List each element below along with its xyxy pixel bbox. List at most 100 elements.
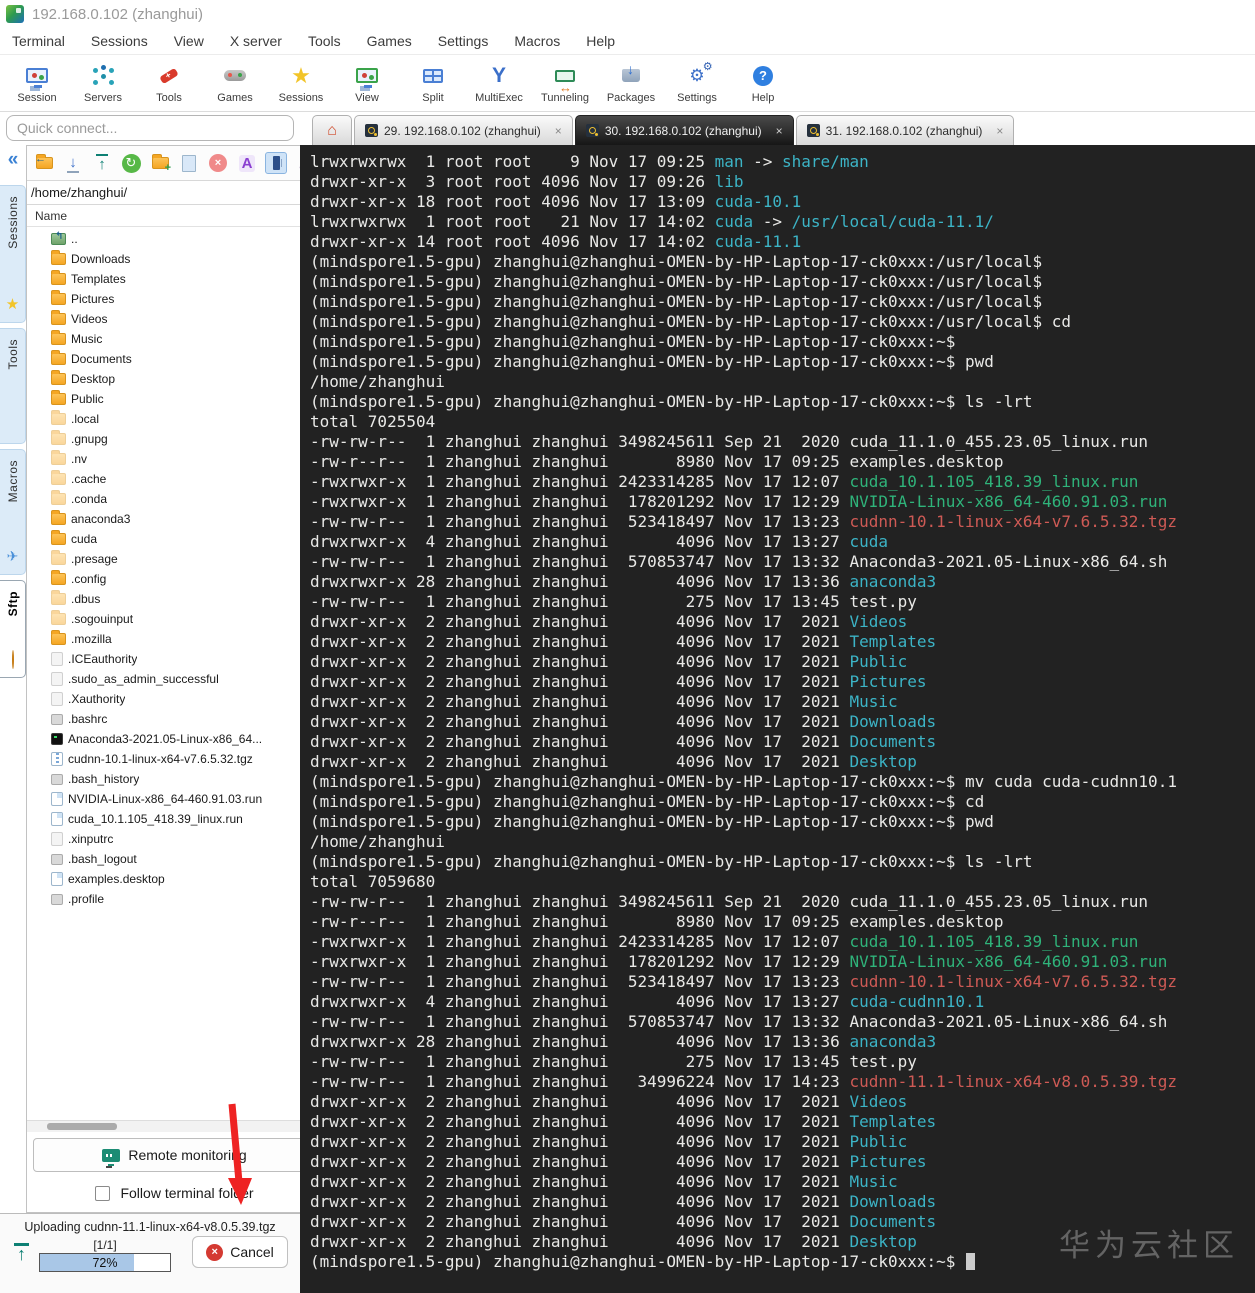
file-row[interactable]: .cache xyxy=(27,469,322,489)
sidebar-tab-sftp[interactable]: Sftp xyxy=(0,580,26,678)
file-row[interactable]: .config xyxy=(27,569,322,589)
menu-sessions[interactable]: Sessions xyxy=(91,33,148,49)
terminal-line: drwxr-xr-x 18 root root 4096 Nov 17 13:0… xyxy=(310,192,802,211)
toolbar-multiexec-button[interactable]: Y MultiExec xyxy=(466,55,532,111)
file-row[interactable]: .ICEauthority1 xyxy=(27,649,322,669)
panel-view-icon[interactable] xyxy=(265,152,287,174)
refresh-icon[interactable]: ↻ xyxy=(120,152,142,174)
menu-games[interactable]: Games xyxy=(367,33,412,49)
app-logo-icon xyxy=(6,5,24,23)
sidebar-tab-sessions[interactable]: Sessions ★ xyxy=(0,185,26,323)
file-row[interactable]: .xinputrc1 xyxy=(27,829,322,849)
file-row[interactable]: Videos xyxy=(27,309,322,329)
terminal-line: drwxr-xr-x 2 zhanghui zhanghui 4096 Nov … xyxy=(310,672,927,691)
file-row[interactable]: examples.desktop8 xyxy=(27,869,322,889)
menu-terminal[interactable]: Terminal xyxy=(12,33,65,49)
file-row[interactable]: Pictures xyxy=(27,289,322,309)
side-tab-strip: « Sessions ★ Tools Macros ✈ Sftp xyxy=(0,145,26,1213)
file-row[interactable]: .. xyxy=(27,229,322,249)
delete-icon[interactable]: × xyxy=(207,152,229,174)
file-row[interactable]: .bashrc4 xyxy=(27,709,322,729)
upload-arrow-icon: ↑ xyxy=(14,1243,29,1263)
menu-macros[interactable]: Macros xyxy=(514,33,560,49)
terminal-line: drwxr-xr-x 2 zhanghui zhanghui 4096 Nov … xyxy=(310,1112,937,1131)
terminal[interactable]: lrwxrwxrwx 1 root root 9 Nov 17 09:25 ma… xyxy=(300,145,1255,1293)
upload-icon[interactable]: ↑ xyxy=(91,152,113,174)
sidebar-tab-macros[interactable]: Macros ✈ xyxy=(0,449,26,575)
menu-x-server[interactable]: X server xyxy=(230,33,282,49)
file-row[interactable]: .gnupg xyxy=(27,429,322,449)
toolbar-tunneling-button[interactable]: Tunneling xyxy=(532,55,598,111)
toolbar-view-button[interactable]: View xyxy=(334,55,400,111)
tab-session-3[interactable]: 31. 192.168.0.102 (zhanghui) × xyxy=(795,115,1015,145)
menu-settings[interactable]: Settings xyxy=(438,33,489,49)
file-row[interactable]: cuda_10.1.105_418.39_linux.run2 xyxy=(27,809,322,829)
tab-session-1[interactable]: 29. 192.168.0.102 (zhanghui) × xyxy=(354,115,573,145)
new-file-icon[interactable] xyxy=(178,152,200,174)
download-icon[interactable]: ↓ xyxy=(62,152,84,174)
file-row[interactable]: Desktop xyxy=(27,369,322,389)
file-name: .. xyxy=(71,232,78,246)
file-row[interactable]: cudnn-10.1-linux-x64-v7.6.5.32.tgz5 xyxy=(27,749,322,769)
follow-terminal-folder-checkbox[interactable] xyxy=(95,1185,111,1201)
file-row[interactable]: .Xauthority1 xyxy=(27,689,322,709)
folder-back-icon[interactable]: ← xyxy=(33,152,55,174)
file-list-header[interactable]: Name S xyxy=(27,205,322,227)
menu-view[interactable]: View xyxy=(174,33,204,49)
toolbar-servers-button[interactable]: Servers xyxy=(70,55,136,111)
remote-monitoring-button[interactable]: Remote monitoring xyxy=(33,1138,316,1172)
new-folder-icon[interactable]: + xyxy=(149,152,171,174)
toolbar-games-button[interactable]: Games xyxy=(202,55,268,111)
file-row[interactable]: Public xyxy=(27,389,322,409)
file-row[interactable]: .conda xyxy=(27,489,322,509)
column-name[interactable]: Name xyxy=(35,209,67,223)
toolbar-sessions-button[interactable]: ★ Sessions xyxy=(268,55,334,111)
file-name: .profile xyxy=(68,892,105,906)
quick-connect-input[interactable] xyxy=(6,115,294,141)
tab-session-2[interactable]: 30. 192.168.0.102 (zhanghui) × xyxy=(574,115,794,145)
sidebar-tab-tools[interactable]: Tools xyxy=(0,328,26,444)
toolbar-session-button[interactable]: Session xyxy=(4,55,70,111)
scrollbar-thumb[interactable] xyxy=(47,1123,117,1130)
menu-tools[interactable]: Tools xyxy=(308,33,341,49)
tab-home[interactable]: ⌂ xyxy=(312,115,352,145)
terminal-line: -rw-rw-r-- 1 zhanghui zhanghui 34996224 … xyxy=(310,1072,1177,1091)
horizontal-scrollbar[interactable] xyxy=(27,1120,322,1132)
file-row[interactable]: .sogouinput xyxy=(27,609,322,629)
toolbar-tools-button[interactable]: Tools xyxy=(136,55,202,111)
file-row[interactable]: .dbus xyxy=(27,589,322,609)
collapse-sidebar-button[interactable]: « xyxy=(8,149,19,185)
terminal-line: /home/zhanghui xyxy=(310,372,445,391)
file-row[interactable]: Templates xyxy=(27,269,322,289)
tab-close-icon[interactable]: × xyxy=(776,124,783,138)
tab-close-icon[interactable]: × xyxy=(555,124,562,138)
file-row[interactable]: .nv xyxy=(27,449,322,469)
toolbar-settings-button[interactable]: ⚙Settings xyxy=(664,55,730,111)
file-row[interactable]: .local xyxy=(27,409,322,429)
toolbar-help-button[interactable]: ? Help xyxy=(730,55,796,111)
file-row[interactable]: .bash_history1 xyxy=(27,769,322,789)
menu-help[interactable]: Help xyxy=(586,33,615,49)
file-row[interactable]: .mozilla xyxy=(27,629,322,649)
tab-close-icon[interactable]: × xyxy=(996,124,1003,138)
cancel-button[interactable]: × Cancel xyxy=(192,1236,288,1268)
file-row[interactable]: anaconda3 xyxy=(27,509,322,529)
file-row[interactable]: .profile1 xyxy=(27,889,322,909)
file-row[interactable]: NVIDIA-Linux-x86_64-460.91.03.run1 xyxy=(27,789,322,809)
tab-bar: ⌂ 29. 192.168.0.102 (zhanghui) × 30. 192.16… xyxy=(300,112,1255,145)
terminal-line: -rw-rw-r-- 1 zhanghui zhanghui 523418497… xyxy=(310,972,1177,991)
terminal-line: drwxr-xr-x 2 zhanghui zhanghui 4096 Nov … xyxy=(310,712,937,731)
toolbar-packages-button[interactable]: Packages xyxy=(598,55,664,111)
font-settings-icon[interactable]: A xyxy=(236,152,258,174)
file-row[interactable]: cuda xyxy=(27,529,322,549)
tools-icon xyxy=(154,63,184,89)
file-row[interactable]: Anaconda3-2021.05-Linux-x86_64...5 xyxy=(27,729,322,749)
toolbar-split-button[interactable]: Split xyxy=(400,55,466,111)
file-row[interactable]: .sudo_as_admin_successful0 xyxy=(27,669,322,689)
file-row[interactable]: .bash_logout1 xyxy=(27,849,322,869)
sftp-path-input[interactable] xyxy=(31,185,302,200)
file-row[interactable]: Documents xyxy=(27,349,322,369)
file-row[interactable]: .presage xyxy=(27,549,322,569)
file-row[interactable]: Downloads xyxy=(27,249,322,269)
file-row[interactable]: Music xyxy=(27,329,322,349)
